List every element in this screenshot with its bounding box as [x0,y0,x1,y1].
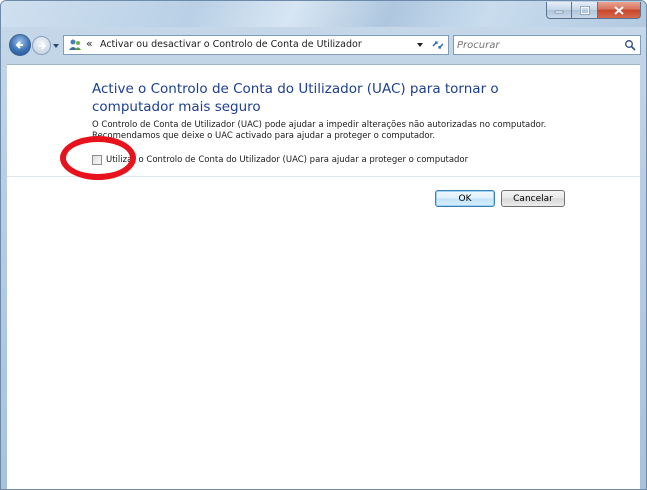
refresh-icon [432,41,444,49]
refresh-button[interactable] [430,38,446,52]
content-pane: Active o Controlo de Conta do Utilizador… [7,64,640,489]
address-dropdown-icon[interactable] [416,42,424,48]
uac-checkbox[interactable] [92,155,102,165]
description-line-1: O Controlo de Conta de Utilizador (UAC) … [92,120,547,130]
user-accounts-icon [69,39,81,50]
uac-checkbox-label[interactable]: Utilizar o Controlo de Conta do Utilizad… [106,155,468,165]
search-icon[interactable] [624,39,636,51]
description-line-2: Recomendamos que deixe o UAC activado pa… [92,131,436,141]
ok-button[interactable]: OK [435,190,495,207]
breadcrumb[interactable]: Activar ou desactivar o Controlo de Cont… [100,39,362,50]
caption-buttons [546,2,641,19]
control-panel-window: « Activar ou desactivar o Controlo de Co… [0,0,647,490]
back-button[interactable] [9,34,31,56]
navigation-bar: « Activar ou desactivar o Controlo de Co… [1,28,646,64]
maximize-icon [579,5,590,15]
forward-arrow-icon [38,41,46,50]
minimize-button[interactable] [546,2,572,19]
breadcrumb-overflow[interactable]: « [86,37,93,50]
search-input[interactable] [457,37,617,53]
close-icon [614,5,624,15]
description: O Controlo de Conta de Utilizador (UAC) … [92,120,592,142]
maximize-button[interactable] [572,2,598,19]
close-button[interactable] [598,2,641,19]
cancel-button[interactable]: Cancelar [501,190,565,207]
divider [7,176,640,177]
back-arrow-icon [15,41,23,49]
recent-pages-dropdown[interactable] [52,42,60,50]
address-bar[interactable]: « Activar ou desactivar o Controlo de Co… [63,35,449,55]
minimize-icon [554,10,564,14]
page-title: Active o Controlo de Conta do Utilizador… [92,81,499,115]
chevron-down-icon [53,44,59,48]
uac-option-row[interactable]: Utilizar o Controlo de Conta do Utilizad… [92,155,468,165]
title-bar[interactable] [1,1,646,27]
search-box[interactable] [453,35,641,55]
forward-button[interactable] [32,36,51,55]
